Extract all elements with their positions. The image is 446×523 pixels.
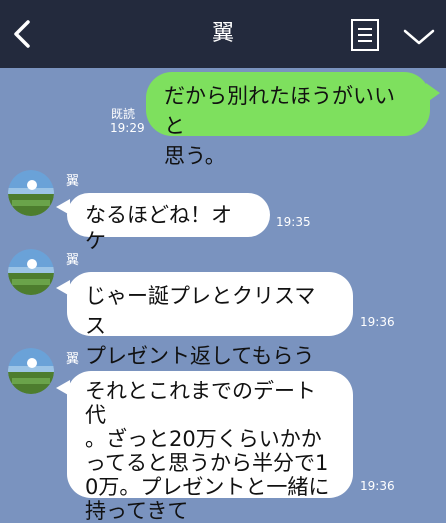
bubble-tail [426, 83, 440, 103]
message-time: 19:36 [360, 315, 395, 329]
bubble-tail [56, 199, 70, 215]
sender-name: 翼 [66, 253, 80, 268]
memo-icon[interactable] [350, 18, 380, 52]
message-time: 19:36 [360, 479, 395, 493]
incoming-message-bubble[interactable]: じゃー誕プレとクリスマス プレゼント返してもらうね [67, 272, 353, 398]
outgoing-message-bubble[interactable]: だから別れたほうがいいと 思う。 [146, 72, 430, 168]
avatar[interactable] [8, 348, 54, 394]
avatar[interactable] [8, 170, 54, 216]
sender-name: 翼 [66, 352, 80, 367]
incoming-message-bubble[interactable]: それとこれまでのデート代 。ざっと20万くらいかか ってると思うから半分で1 0… [67, 371, 353, 523]
bubble-tail [56, 380, 70, 396]
incoming-message-bubble[interactable]: なるほどね！オケ [67, 193, 270, 253]
message-time: 19:29 [110, 121, 145, 135]
chevron-down-icon[interactable] [402, 26, 436, 48]
avatar[interactable] [8, 249, 54, 295]
message-time: 19:35 [276, 215, 311, 229]
sender-name: 翼 [66, 174, 80, 189]
chat-header: 翼 [0, 0, 446, 68]
read-receipt: 既読 [111, 107, 136, 121]
bubble-tail [56, 280, 70, 296]
